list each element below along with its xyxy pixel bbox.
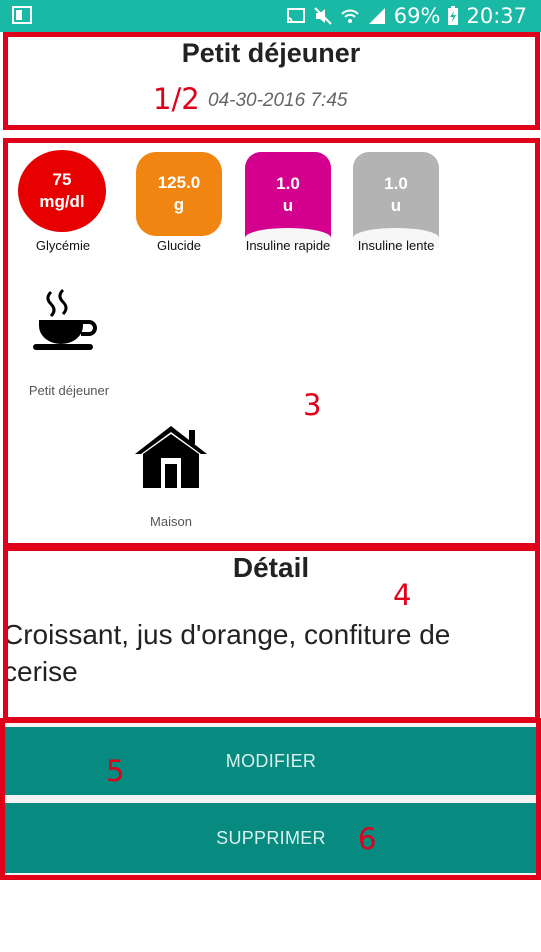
annotation-frame-3 [3, 138, 540, 548]
wifi-icon [341, 9, 359, 23]
annotation-frame-1-2 [3, 32, 540, 130]
screen-mirror-icon [12, 6, 32, 24]
signal-icon [368, 8, 385, 24]
mute-icon [314, 7, 332, 25]
clock: 20:37 [466, 4, 527, 28]
status-icons: 69% 20:37 [286, 4, 527, 28]
cast-icon [286, 8, 305, 23]
status-bar: 69% 20:37 [0, 0, 541, 32]
battery-percent: 69% [393, 4, 441, 28]
annotation-frame-5-6 [0, 718, 541, 880]
battery-icon [448, 6, 459, 25]
annotation-frame-4 [3, 546, 540, 722]
